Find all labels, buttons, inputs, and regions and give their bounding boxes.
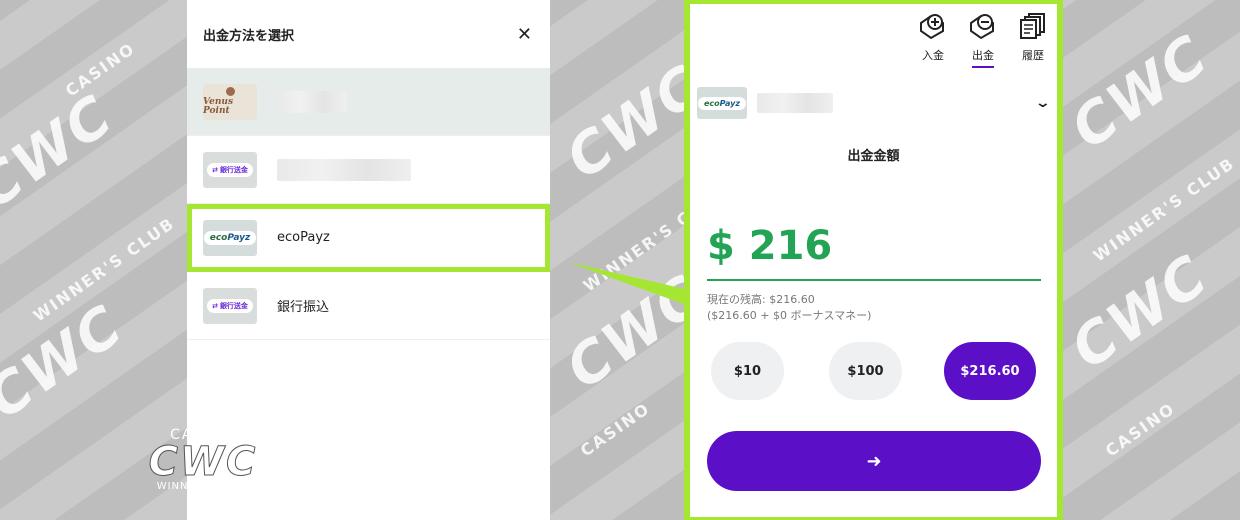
panel-header: 出金方法を選択 ✕ xyxy=(187,0,550,68)
tab-label: 入金 xyxy=(922,49,944,62)
tab-label: 出金 xyxy=(972,47,994,68)
tab-label: 履歴 xyxy=(1022,49,1044,62)
balance-breakdown: ($216.60 + $0 ボーナスマネー) xyxy=(707,309,872,322)
watermark-text: CASINO xyxy=(576,398,654,461)
method-item-bank-transfer[interactable]: ⇄ 銀行送金 銀行振込 xyxy=(187,272,550,340)
withdraw-icon xyxy=(970,14,994,40)
provider-selector[interactable]: ecoPayz ⌄ xyxy=(697,85,1051,121)
watermark-text: CASINO xyxy=(61,38,139,101)
method-label: 銀行振込 xyxy=(277,300,330,315)
tab-withdraw[interactable]: 出金 xyxy=(966,11,1000,68)
arrow-right-icon: ➜ xyxy=(866,450,882,472)
history-icon xyxy=(1020,13,1045,39)
venus-point-logo: Venus Point xyxy=(203,83,257,120)
blurred-account-text xyxy=(277,158,411,181)
panel-title: 出金方法を選択 xyxy=(203,28,295,44)
ecopayz-logo: ecoPayz xyxy=(697,87,747,119)
close-icon[interactable]: ✕ xyxy=(517,24,532,45)
withdrawal-panel: 入金 出金 履歴 ecoPayz ⌄ 出金金額 $ 216 現在の残高: $21… xyxy=(684,0,1063,520)
cwc-logo: CASINO CWC WINNER'S CLUB xyxy=(148,427,258,492)
quick-amount-button-selected[interactable]: $216.60 xyxy=(944,342,1036,400)
balance-line: 現在の残高: $216.60 xyxy=(707,293,815,306)
watermark-text: CASINO xyxy=(1101,398,1179,461)
method-item-bank-transfer-1[interactable]: ⇄ 銀行送金 xyxy=(187,136,550,204)
bank-transfer-logo: ⇄ 銀行送金 xyxy=(203,287,257,324)
blurred-account-text xyxy=(757,93,833,113)
deposit-icon xyxy=(920,14,944,40)
chevron-down-icon[interactable]: ⌄ xyxy=(1035,95,1051,111)
watermark-text: CWC xyxy=(1059,22,1221,163)
quick-amount-button[interactable]: $10 xyxy=(711,342,784,400)
bank-transfer-logo: ⇄ 銀行送金 xyxy=(203,151,257,188)
cashier-tabs: 入金 出金 履歴 xyxy=(916,11,1050,68)
quick-amount-button[interactable]: $100 xyxy=(829,342,902,400)
amount-title: 出金金額 xyxy=(847,149,900,164)
ecopayz-logo: ecoPayz xyxy=(203,219,257,256)
method-label: ecoPayz xyxy=(277,230,330,245)
method-item-ecopayz[interactable]: ecoPayz ecoPayz xyxy=(187,204,550,272)
watermark-text: WINNER'S CLUB xyxy=(1089,153,1239,266)
amount-input[interactable]: $ 216 xyxy=(707,223,832,269)
method-item-venus-point[interactable]: Venus Point xyxy=(187,68,550,136)
tab-deposit[interactable]: 入金 xyxy=(916,11,950,68)
watermark-text: CWC xyxy=(0,292,136,433)
watermark-text: CWC xyxy=(0,82,126,223)
blurred-account-text xyxy=(277,90,347,113)
submit-button[interactable]: ➜ xyxy=(707,431,1041,491)
watermark-text: CWC xyxy=(1059,242,1221,383)
balance-info: 現在の残高: $216.60 ($216.60 + $0 ボーナスマネー) xyxy=(707,292,871,324)
tab-history[interactable]: 履歴 xyxy=(1016,11,1050,68)
amount-underline xyxy=(707,279,1041,281)
